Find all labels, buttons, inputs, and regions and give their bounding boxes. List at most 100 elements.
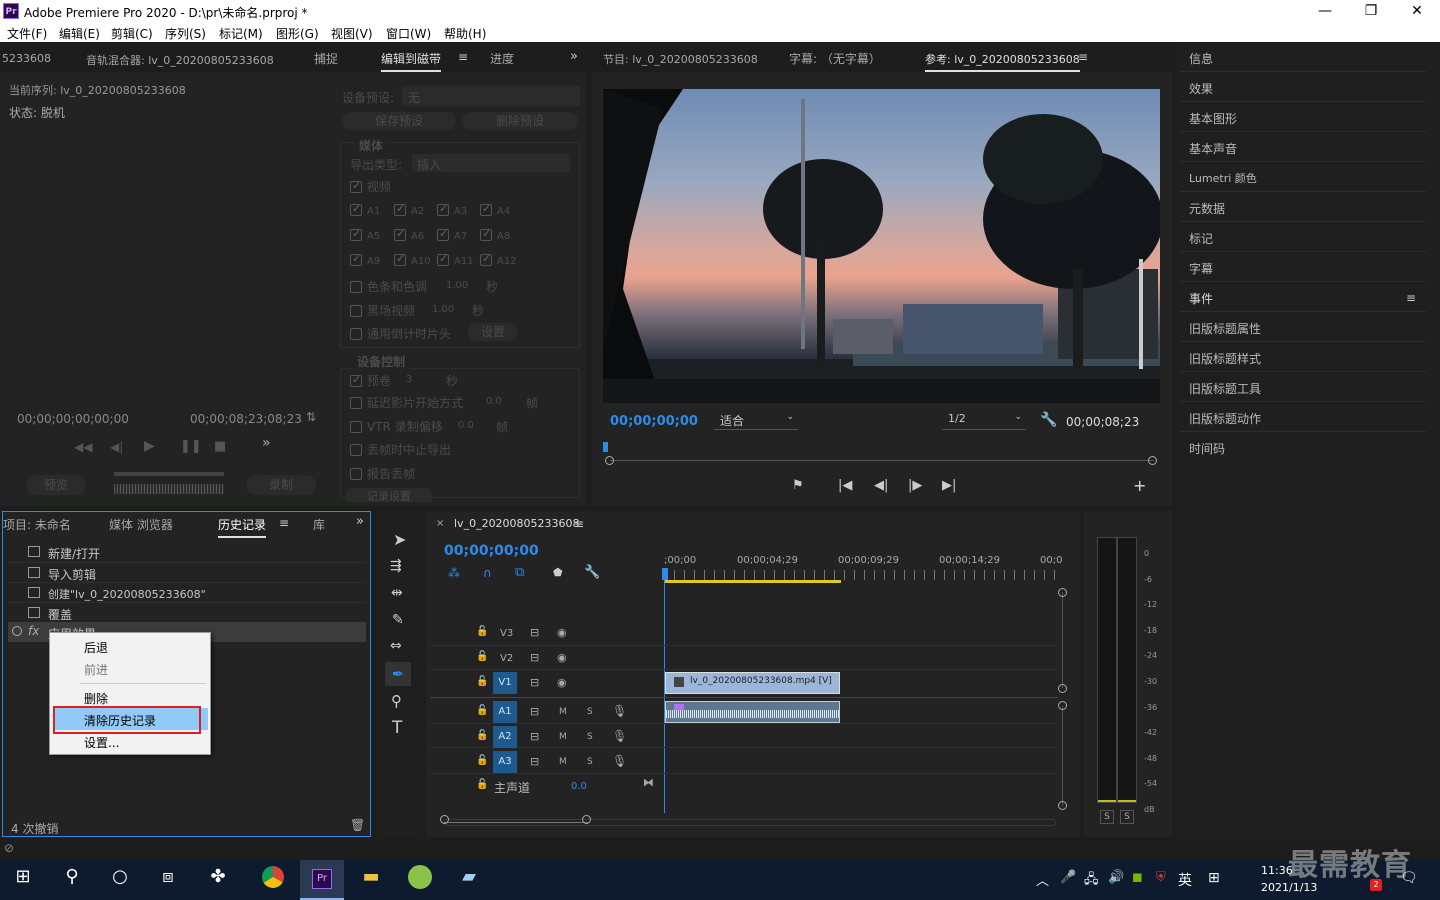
panel-essential-sound[interactable]: 基本声音	[1180, 134, 1426, 162]
lock-icon[interactable]: 🔓	[476, 676, 488, 687]
menu-edit[interactable]: 编辑(E)	[59, 25, 100, 42]
sync-lock-icon[interactable]: ⊟	[530, 755, 539, 768]
close-button[interactable]: ✕	[1394, 0, 1440, 22]
menu-delete[interactable]: 删除	[84, 690, 108, 707]
timeline-settings-icon[interactable]: 🔧	[584, 565, 600, 580]
monitor-playhead[interactable]	[603, 442, 608, 452]
menu-redo[interactable]: 前进	[84, 661, 108, 678]
countdown-checkbox[interactable]: 通用倒计时片头	[350, 325, 451, 342]
security-shield-icon[interactable]: ⛨	[1156, 870, 1166, 885]
track-v1-target[interactable]: V1	[493, 672, 517, 694]
video-clip[interactable]: lv_0_20200805233608.mp4 [V]	[665, 672, 840, 694]
tab-menu-icon[interactable]: ≡	[458, 50, 468, 64]
menu-settings[interactable]: 设置...	[84, 734, 119, 751]
a3-checkbox[interactable]: A3	[437, 202, 467, 217]
bars-value[interactable]: 1.00	[446, 280, 468, 291]
sync-lock-icon[interactable]: ⊟	[530, 651, 539, 664]
master-volume-value[interactable]: 0.0	[571, 781, 587, 792]
volume-icon[interactable]: 🔊	[1108, 870, 1124, 885]
monitor-tab-menu-icon[interactable]: ≡	[1078, 50, 1088, 64]
vtr-value[interactable]: 0.0	[458, 420, 474, 431]
preroll-checkbox[interactable]: 预卷	[350, 372, 391, 389]
a8-checkbox[interactable]: A8	[480, 227, 510, 242]
quality-select[interactable]: 1/2 ⌄	[942, 412, 1026, 430]
eye-icon[interactable]: ◉	[557, 676, 567, 689]
panel-info[interactable]: 信息	[1180, 44, 1426, 72]
solo-button[interactable]: S	[587, 707, 593, 717]
sync-lock-icon[interactable]: ⊟	[530, 676, 539, 689]
delay-checkbox[interactable]: 延迟影片开始方式	[350, 394, 463, 411]
tab-history[interactable]: 历史记录	[218, 516, 267, 538]
track-select-icon[interactable]: ⇶	[390, 558, 402, 574]
tabs-overflow-icon[interactable]: »	[570, 49, 578, 64]
solo-left-button[interactable]: S	[1100, 810, 1114, 824]
trash-icon[interactable]: 🗑	[350, 818, 365, 832]
history-item-import[interactable]: 导入剪辑	[8, 562, 366, 582]
solo-button[interactable]: S	[587, 757, 593, 767]
step-back-icon[interactable]: ◀|	[874, 478, 888, 493]
panel-legacy-title-actions[interactable]: 旧版标题动作	[1180, 404, 1426, 432]
mic-icon[interactable]: 🎙	[612, 754, 627, 768]
scroll-handle[interactable]	[440, 815, 449, 824]
save-preset-button[interactable]: 保存预设	[342, 112, 456, 130]
track-a3-target[interactable]: A3	[493, 751, 517, 773]
selection-tool-icon[interactable]: ➤	[393, 530, 406, 549]
menu-marker[interactable]: 标记(M)	[219, 25, 263, 42]
preroll-value[interactable]: 3	[406, 374, 412, 385]
a11-checkbox[interactable]: A11	[437, 252, 474, 267]
scroll-handle[interactable]	[1058, 684, 1067, 693]
search-icon[interactable]: ⚲	[57, 862, 87, 892]
monitor-current-timecode[interactable]: 00;00;00;00	[610, 414, 698, 429]
a5-checkbox[interactable]: A5	[350, 227, 380, 242]
work-area-bar[interactable]	[664, 580, 841, 583]
preview-button[interactable]: 预览	[26, 475, 86, 495]
timeline-tab[interactable]: lv_0_20200805233608	[454, 517, 580, 530]
lock-icon[interactable]: 🔓	[476, 779, 488, 790]
solo-right-button[interactable]: S	[1120, 810, 1134, 824]
action-center-icon[interactable]: 🗨	[1400, 870, 1418, 886]
shuttle-slider[interactable]	[114, 472, 224, 476]
scroll-handle[interactable]	[582, 815, 591, 824]
nest-icon[interactable]: ⁂	[448, 566, 460, 580]
type-tool-icon[interactable]: T	[392, 718, 402, 738]
timeline-tab-menu-icon[interactable]: ≡	[574, 517, 584, 531]
a4-checkbox[interactable]: A4	[480, 202, 510, 217]
monitor-zoom-handle-right[interactable]	[1148, 456, 1157, 465]
report-checkbox[interactable]: 报告丢帧	[350, 465, 415, 482]
tab-reference[interactable]: 参考: lv_0_20200805233608	[925, 51, 1080, 72]
menu-graphics[interactable]: 图形(G)	[276, 25, 319, 42]
lock-icon[interactable]: 🔓	[476, 730, 488, 741]
menu-clip[interactable]: 剪辑(C)	[111, 25, 153, 42]
notification-badge[interactable]: 2	[1370, 879, 1382, 891]
video-frame[interactable]	[603, 89, 1160, 403]
lock-icon[interactable]: 🔓	[476, 651, 488, 662]
network-icon[interactable]: 🖧	[1084, 870, 1099, 892]
tab-captions[interactable]: 字幕: （无字幕）	[789, 50, 881, 67]
rewind-icon[interactable]: ◀◀	[74, 440, 92, 454]
task-view-icon[interactable]: ⧈	[153, 862, 183, 892]
timeline-timecode[interactable]: 00;00;00;00	[444, 543, 539, 559]
time-ruler[interactable]	[664, 570, 1058, 580]
hscroll-thumb[interactable]	[444, 822, 588, 823]
tab-media-browser[interactable]: 媒体 浏览器	[109, 516, 173, 533]
black-value[interactable]: 1.00	[432, 304, 454, 315]
bars-checkbox[interactable]: 色条和色调	[350, 278, 427, 295]
track-a1-target[interactable]: A1	[493, 701, 517, 723]
audio-clip[interactable]	[665, 701, 840, 723]
panel-events[interactable]: 事件	[1180, 284, 1426, 312]
scroll-handle[interactable]	[1058, 801, 1067, 810]
green-app-icon[interactable]	[405, 862, 435, 892]
a7-checkbox[interactable]: A7	[437, 227, 467, 242]
master-bounce-icon[interactable]: ⧓	[643, 776, 654, 789]
a6-checkbox[interactable]: A6	[394, 227, 424, 242]
panel-effects[interactable]: 效果	[1180, 74, 1426, 102]
panel-metadata[interactable]: 元数据	[1180, 194, 1426, 222]
jog-wheel[interactable]	[114, 484, 224, 494]
tab-edit-to-tape[interactable]: 编辑到磁带	[381, 50, 442, 72]
events-menu-icon[interactable]: ≡	[1406, 291, 1416, 305]
zoom-icon[interactable]: ⚲	[391, 692, 402, 710]
lock-icon[interactable]: 🔓	[476, 626, 488, 637]
sync-lock-icon[interactable]: ⊟	[530, 730, 539, 743]
maximize-button[interactable]: ❐	[1348, 0, 1394, 22]
slip-icon[interactable]: ⇔	[390, 638, 402, 654]
